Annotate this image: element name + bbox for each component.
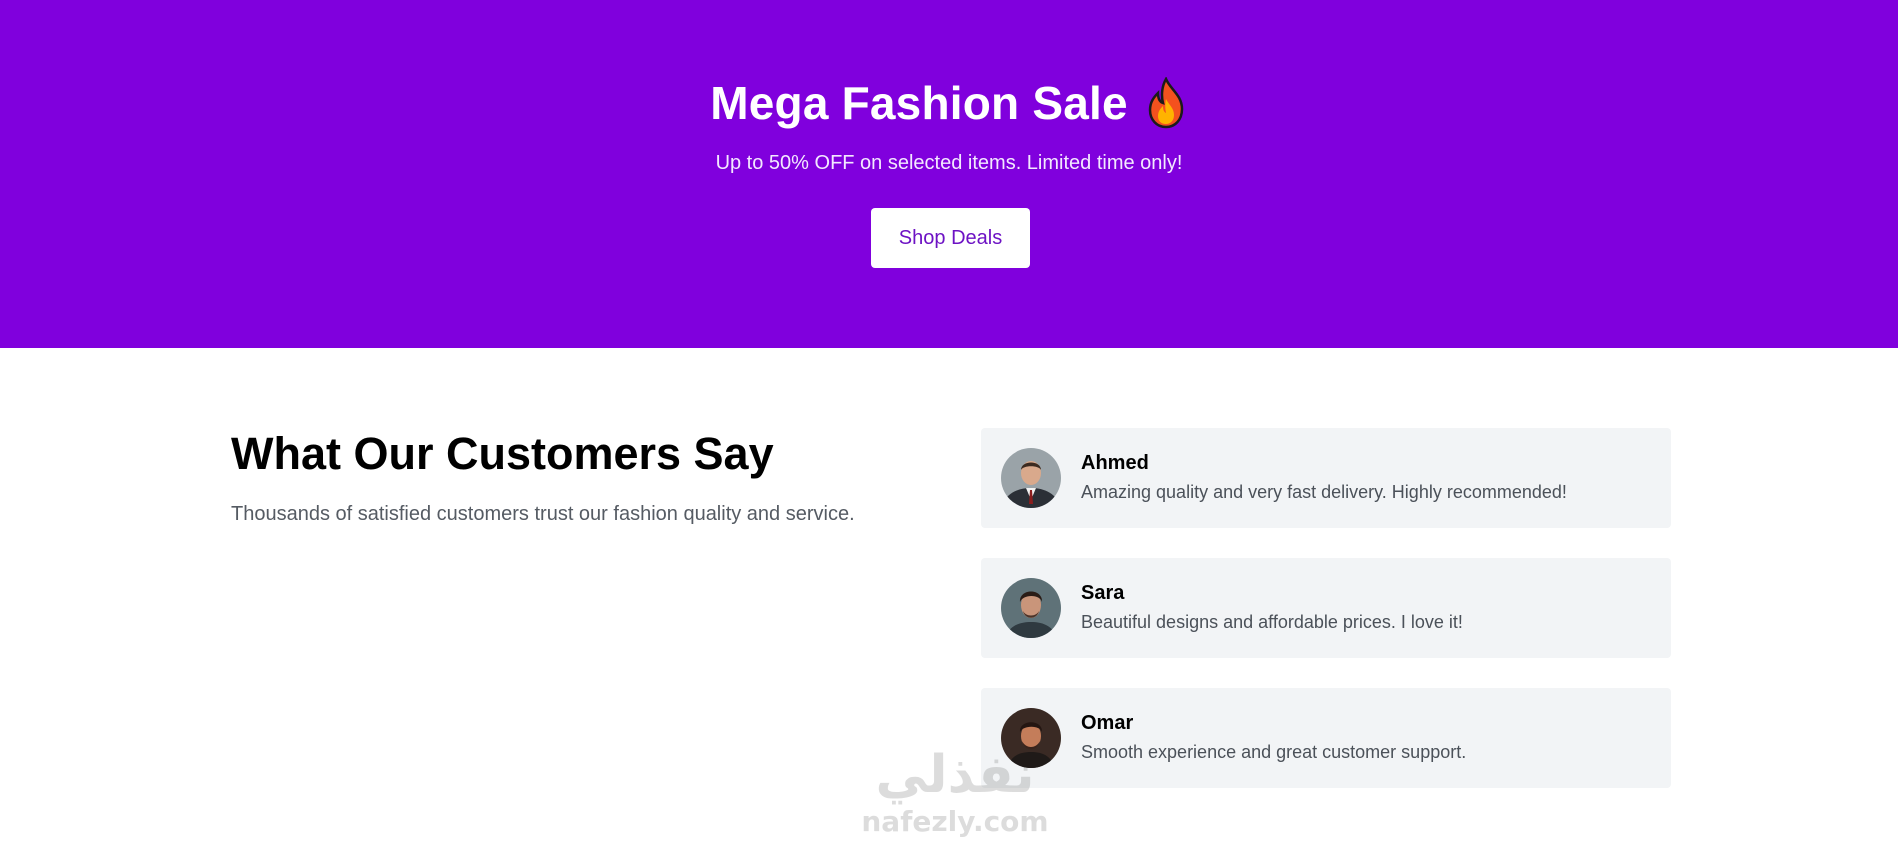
review-card-sara: Sara Beautiful designs and affordable pr… <box>981 558 1671 658</box>
shop-deals-button[interactable]: Shop Deals <box>871 208 1030 268</box>
review-name: Omar <box>1081 712 1134 734</box>
review-card-ahmed: Ahmed Amazing quality and very fast deli… <box>981 428 1671 528</box>
testimonials-subheading: Thousands of satisfied customers trust o… <box>231 503 855 525</box>
avatar-photo <box>1001 708 1061 768</box>
review-name: Sara <box>1081 582 1125 604</box>
review-text: Amazing quality and very fast delivery. … <box>1081 482 1567 502</box>
sale-banner: Mega Fashion Sale Up to 50% OFF on selec… <box>0 0 1898 348</box>
review-text: Smooth experience and great customer sup… <box>1081 742 1467 762</box>
testimonials-heading: What Our Customers Say <box>231 428 774 479</box>
avatar-photo <box>1001 448 1061 508</box>
review-card-omar: Omar Smooth experience and great custome… <box>981 688 1671 788</box>
review-name: Ahmed <box>1081 452 1149 474</box>
avatar <box>1001 448 1061 508</box>
watermark-latin: nafezly.com <box>861 805 1048 838</box>
fire-icon <box>1148 77 1184 129</box>
avatar <box>1001 578 1061 638</box>
sale-title: Mega Fashion Sale <box>0 76 1898 130</box>
sale-subtitle: Up to 50% OFF on selected items. Limited… <box>715 152 1183 174</box>
review-text: Beautiful designs and affordable prices.… <box>1081 612 1463 632</box>
avatar-photo <box>1001 578 1061 638</box>
avatar <box>1001 708 1061 768</box>
sale-title-text: Mega Fashion Sale <box>710 77 1128 129</box>
